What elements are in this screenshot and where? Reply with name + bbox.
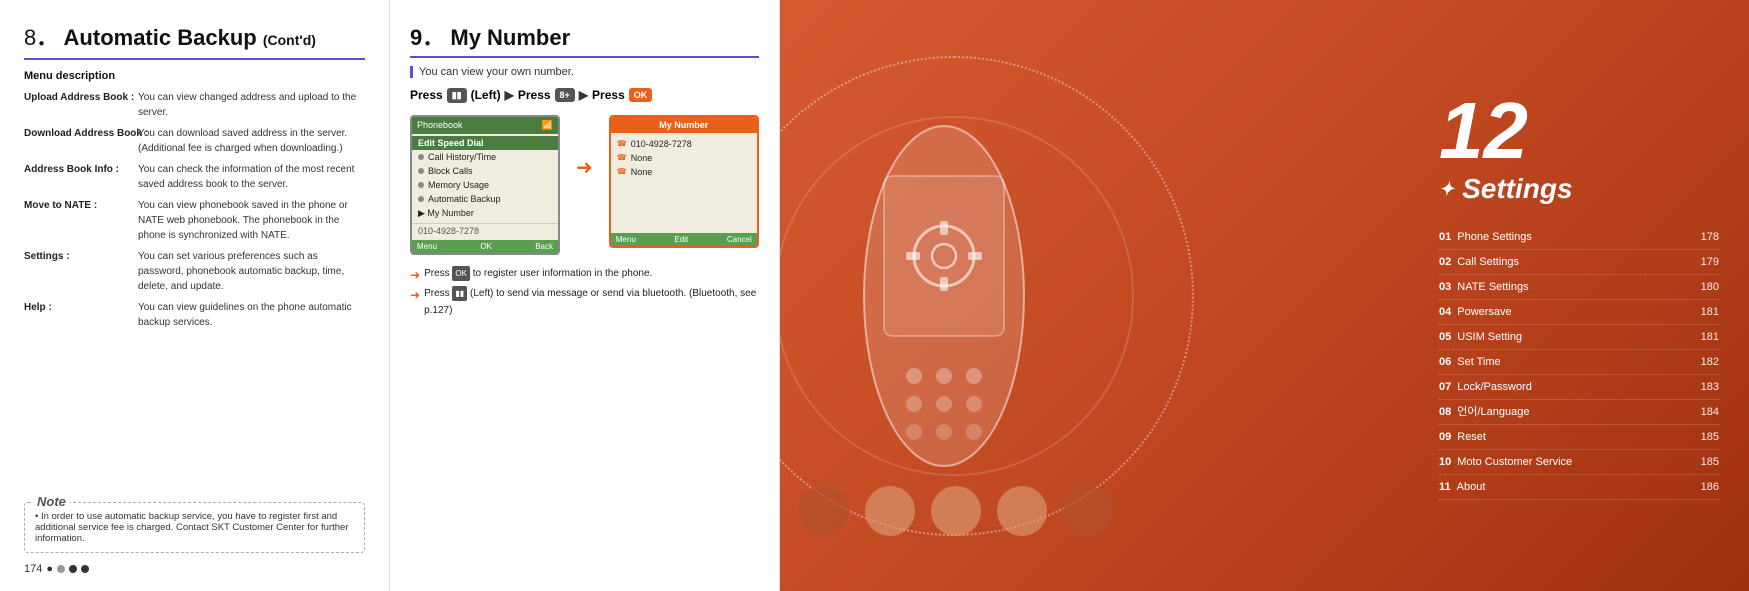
- list-item: Help : You can view guidelines on the ph…: [24, 300, 365, 330]
- note-text: • In order to use automatic backup servi…: [35, 511, 348, 544]
- menu-dot: [418, 196, 424, 202]
- list-item: Address Book Info : You can check the in…: [24, 162, 365, 192]
- page-number: 174 ●: [24, 563, 365, 575]
- note-box: Note • In order to use automatic backup …: [24, 502, 365, 553]
- section-divider: [24, 58, 365, 60]
- phone-screen-2: My Number ☎ 010-4928-7278 ☎ None ☎ None …: [609, 115, 759, 248]
- phone-screen-2-header: My Number: [611, 117, 757, 133]
- tip-button-1: OK: [452, 266, 470, 282]
- toc-list: 01Phone Settings 178 02Call Settings 179…: [1439, 225, 1719, 500]
- page-dot-3: [81, 565, 89, 573]
- menu-button-icon: 8+: [555, 88, 575, 102]
- arrow-icon-1: ▶: [505, 88, 514, 102]
- toc-item: 07Lock/Password 183: [1439, 375, 1719, 400]
- phone-menu-item: Block Calls: [412, 164, 558, 178]
- phone-screen2-item: ☎ None: [617, 151, 751, 165]
- mid-subtitle: You can view your own number.: [410, 66, 759, 78]
- phone-screen2-item: ☎ None: [617, 165, 751, 179]
- phone-illustration: [819, 96, 1069, 496]
- phone-screen-2-footer: Menu Edit Cancel: [611, 233, 757, 246]
- toc-item: 09Reset 185: [1439, 425, 1719, 450]
- chapter-title-text: Settings: [1462, 173, 1572, 205]
- phone-screenshots: Phonebook 📶 Edit Speed Dial Call History…: [410, 115, 759, 255]
- toc-item: 01Phone Settings 178: [1439, 225, 1719, 250]
- tips-section: ➜ Press OK to register user information …: [410, 265, 759, 319]
- right-panel: 12 ✦ Settings 01Phone Settings 178 02Cal…: [780, 0, 1749, 591]
- toc-item: 05USIM Setting 181: [1439, 325, 1719, 350]
- press-row: Press ▮▮ (Left) ▶ Press 8+ ▶ Press OK: [410, 88, 759, 103]
- oval-dot-5: [1063, 486, 1113, 536]
- arrow-icon-2: ▶: [579, 88, 588, 102]
- phone-screen2-item: ☎ 010-4928-7278: [617, 137, 751, 151]
- menu-dot: [418, 154, 424, 160]
- mid-section-title: 9． My Number: [410, 20, 759, 52]
- list-item: Move to NATE : You can view phonebook sa…: [24, 198, 365, 243]
- phone-menu-item: Automatic Backup: [412, 192, 558, 206]
- phone-menu-item: Call History/Time: [412, 150, 558, 164]
- toc-item: 03NATE Settings 180: [1439, 275, 1719, 300]
- chapter-number: 12: [1439, 91, 1719, 171]
- toc-item: 02Call Settings 179: [1439, 250, 1719, 275]
- tip-text-1: Press OK to register user information in…: [424, 265, 652, 282]
- left-label: (Left): [471, 88, 501, 102]
- phone-screen-1-footer: Menu OK Back: [412, 240, 558, 253]
- page-dot-2: [69, 565, 77, 573]
- phone-menu-item: ▶ My Number: [412, 206, 558, 221]
- tip-arrow-2: ➜: [410, 285, 420, 305]
- toc-item: 08언어/Language 184: [1439, 400, 1719, 425]
- tip-button-2: ▮▮: [452, 286, 467, 302]
- press-label-1: Press: [410, 88, 443, 102]
- phone-menu-selected: Edit Speed Dial: [412, 136, 558, 150]
- tip-row-1: ➜ Press OK to register user information …: [410, 265, 759, 285]
- phone-bottom-number: 010-4928-7278: [412, 223, 558, 238]
- page-dot-1: [57, 565, 65, 573]
- phone-screen-2-body: ☎ 010-4928-7278 ☎ None ☎ None: [611, 133, 757, 233]
- phone-screen-1-body: Edit Speed Dial Call History/Time Block …: [412, 134, 558, 240]
- note-label: Note: [33, 494, 70, 509]
- menu-dot: [418, 168, 424, 174]
- ok-button-icon: OK: [629, 88, 653, 102]
- settings-icon: ✦: [1439, 179, 1454, 200]
- list-item: Download Address Book : You can download…: [24, 126, 365, 156]
- tip-row-2: ➜ Press ▮▮ (Left) to send via message or…: [410, 285, 759, 319]
- toc-item: 06Set Time 182: [1439, 350, 1719, 375]
- arrow-connector: ➜: [576, 115, 593, 180]
- phone-screen-1-header: Phonebook 📶: [412, 117, 558, 134]
- settings-content: 12 ✦ Settings 01Phone Settings 178 02Cal…: [1439, 0, 1719, 591]
- mid-divider: [410, 56, 759, 58]
- list-item: Settings : You can set various preferenc…: [24, 249, 365, 294]
- left-panel: 8． Automatic Backup (Cont'd) Menu descri…: [0, 0, 390, 591]
- toc-item: 10Moto Customer Service 185: [1439, 450, 1719, 475]
- left-section-title: 8． Automatic Backup (Cont'd): [24, 20, 365, 52]
- menu-items-list: Upload Address Book : You can view chang…: [24, 90, 365, 494]
- press-label-3: Press: [592, 88, 625, 102]
- mid-panel: 9． My Number You can view your own numbe…: [390, 0, 780, 591]
- press-label-2: Press: [518, 88, 551, 102]
- toc-item: 11About 186: [1439, 475, 1719, 500]
- phone-screen-1: Phonebook 📶 Edit Speed Dial Call History…: [410, 115, 560, 255]
- page-dots: [57, 565, 89, 573]
- menu-desc-label: Menu description: [24, 70, 365, 82]
- tip-text-2: Press ▮▮ (Left) to send via message or s…: [424, 285, 759, 319]
- list-item: Upload Address Book : You can view chang…: [24, 90, 365, 120]
- tip-arrow-1: ➜: [410, 265, 420, 285]
- phone-menu-item: Memory Usage: [412, 178, 558, 192]
- menu-dot: [418, 182, 424, 188]
- chapter-title: ✦ Settings: [1439, 173, 1719, 205]
- toc-item: 04Powersave 181: [1439, 300, 1719, 325]
- left-button-icon: ▮▮: [447, 88, 467, 103]
